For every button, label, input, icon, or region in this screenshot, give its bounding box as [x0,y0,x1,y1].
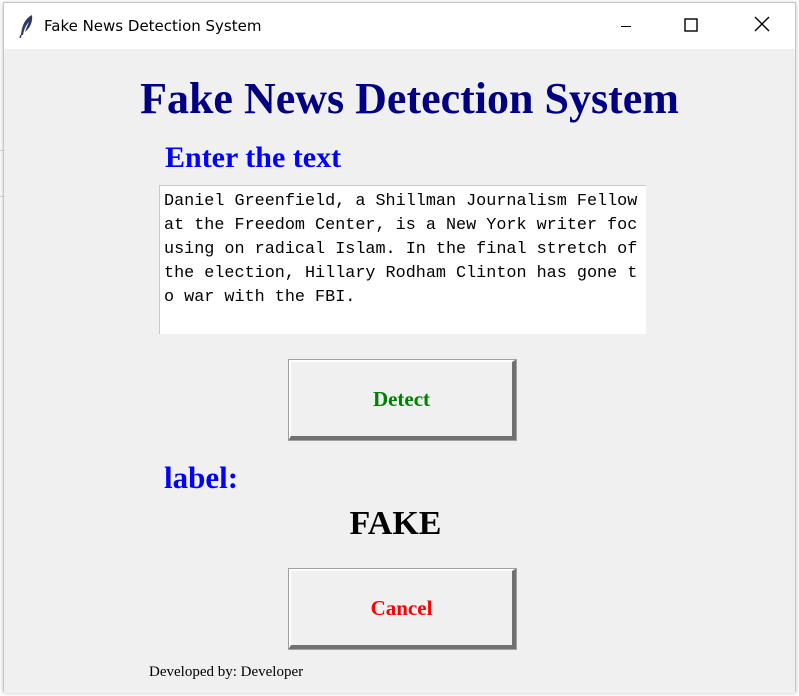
close-button[interactable] [727,3,797,49]
footer-credit: Developed by: Developer [149,664,304,680]
maximize-icon [684,17,698,36]
detect-button-label: Detect [372,386,431,411]
result-heading: label: [164,460,239,495]
feather-icon [18,14,36,39]
title-bar[interactable]: Fake News Detection System [4,3,795,49]
input-label: Enter the text [165,141,342,174]
window-title: Fake News Detection System [44,17,262,35]
minimize-icon [620,17,632,36]
detect-button[interactable]: Detect [288,359,517,441]
page-title: Fake News Detection System [140,74,679,123]
app-content: Fake News Detection System Enter the tex… [4,49,795,693]
maximize-button[interactable] [656,3,726,49]
cancel-button[interactable]: Cancel [288,568,517,650]
news-text-input[interactable]: Daniel Greenfield, a Shillman Journalism… [159,185,646,334]
minimize-button[interactable] [591,3,661,49]
app-window: Fake News Detection System Fake News Det… [3,2,796,693]
result-value: FAKE [349,505,442,542]
close-icon [754,16,770,36]
cancel-button-label: Cancel [370,595,433,620]
